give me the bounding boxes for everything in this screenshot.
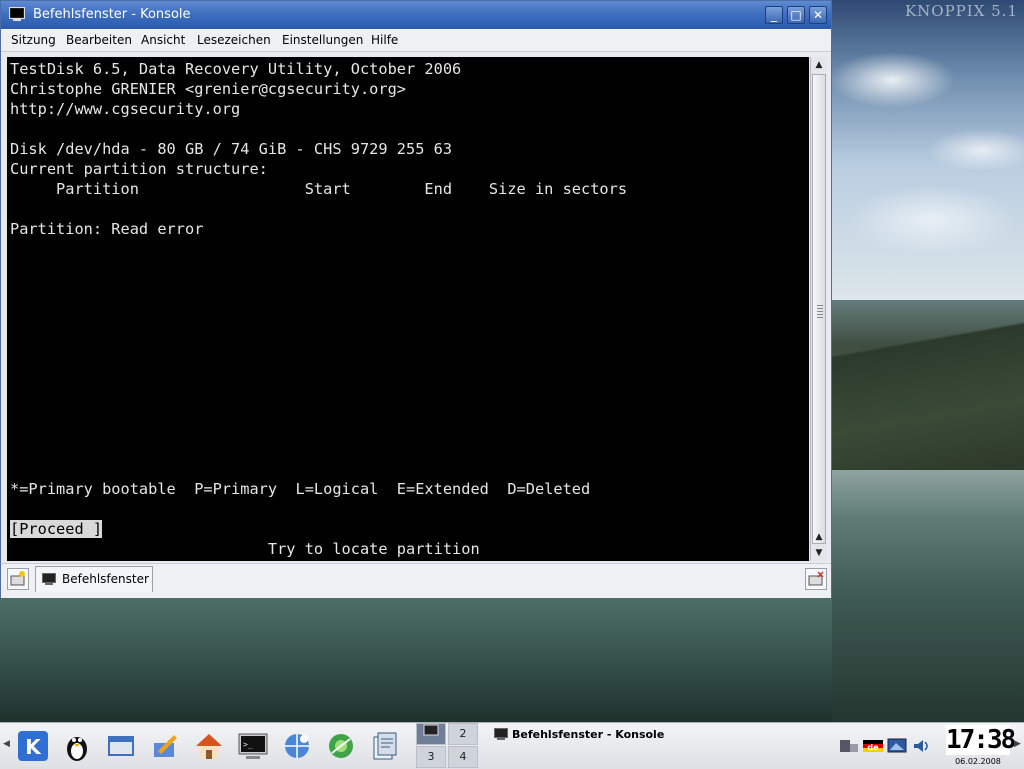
scroll-down-icon[interactable]: ▼ (811, 545, 827, 561)
new-session-button[interactable] (7, 568, 29, 590)
minimize-icon: _ (771, 8, 777, 22)
terminal-line: TestDisk 6.5, Data Recovery Utility, Oct… (10, 60, 462, 78)
taskbar-label: Befehlsfenster - Konsole (512, 728, 665, 741)
terminal-task-icon (494, 728, 508, 740)
display-icon[interactable] (886, 736, 908, 756)
new-session-icon (10, 571, 25, 586)
document-icon[interactable] (368, 729, 402, 763)
home-icon[interactable] (192, 729, 226, 763)
browser-icon[interactable] (280, 729, 314, 763)
svg-text:>_: >_ (243, 740, 253, 749)
menu-bar: Sitzung Bearbeiten Ansicht Lesezeichen E… (1, 29, 831, 52)
option-hint: Try to locate partition (10, 540, 480, 558)
terminal-scrollbar[interactable]: ▲ ▲ ▼ (810, 57, 827, 561)
kde-tray-icon[interactable] (838, 736, 860, 756)
close-session-icon (808, 571, 824, 586)
terminal-line: Christophe GRENIER <grenier@cgsecurity.o… (10, 80, 407, 98)
terminal-tab-icon (42, 573, 56, 585)
window-titlebar[interactable]: Befehlsfenster - Konsole _ □ ✕ (1, 1, 831, 29)
minimize-button[interactable]: _ (765, 6, 783, 24)
desktop-pager: 2 3 4 (416, 723, 480, 769)
close-button[interactable]: ✕ (809, 6, 827, 24)
pager-desktop-4[interactable]: 4 (448, 746, 478, 768)
kde-panel: ◀ K >_ 2 3 4 Befehlsfenster - Konsole de… (0, 722, 1024, 769)
lake-foreground (0, 598, 832, 722)
panel-hide-right-icon[interactable]: ▶ (1014, 739, 1021, 749)
konsole-window: Befehlsfenster - Konsole _ □ ✕ Sitzung B… (0, 0, 832, 598)
keyboard-layout-de-icon[interactable]: de (862, 736, 884, 756)
panel-clock[interactable]: 17:38 06.02.2008 (946, 725, 1016, 769)
clock-date: 06.02.2008 (955, 757, 1001, 766)
desktop-watermark: KNOPPIX 5.1 (904, 2, 1018, 20)
pager-desktop-1[interactable] (416, 723, 446, 745)
menu-bearbeiten[interactable]: Bearbeiten (66, 33, 132, 47)
scrollbar-thumb[interactable] (812, 74, 826, 544)
close-icon: ✕ (812, 8, 824, 22)
scroll-up-small-icon[interactable]: ▲ (811, 529, 827, 545)
terminal-window-icon (9, 7, 25, 21)
panel-hide-left-icon[interactable]: ◀ (3, 739, 10, 749)
pager-window-icon (423, 724, 439, 736)
menu-sitzung[interactable]: Sitzung (11, 33, 56, 47)
svg-text:de: de (867, 743, 879, 752)
close-session-button[interactable] (805, 568, 827, 590)
terminal-line: Disk /dev/hda - 80 GB / 74 GiB - CHS 972… (10, 140, 453, 158)
menu-einstellungen[interactable]: Einstellungen (282, 33, 363, 47)
kde-menu-icon[interactable]: K (16, 729, 50, 763)
terminal-line: http://www.cgsecurity.org (10, 100, 241, 118)
maximize-button[interactable]: □ (787, 6, 805, 24)
pager-desktop-3[interactable]: 3 (416, 746, 446, 768)
tab-label: Befehlsfenster (62, 572, 149, 586)
session-tab-bar: Befehlsfenster (1, 563, 831, 598)
menu-hilfe[interactable]: Hilfe (371, 33, 398, 47)
network-icon[interactable] (324, 729, 358, 763)
svg-text:K: K (25, 735, 42, 759)
tab-befehlsfenster[interactable]: Befehlsfenster (35, 566, 153, 592)
scroll-up-icon[interactable]: ▲ (811, 57, 827, 73)
tux-icon[interactable] (60, 729, 94, 763)
window-list-icon[interactable] (104, 729, 138, 763)
window-title: Befehlsfenster - Konsole (33, 7, 191, 22)
volume-icon[interactable] (910, 736, 932, 756)
terminal-output[interactable]: TestDisk 6.5, Data Recovery Utility, Oct… (7, 57, 809, 561)
proceed-option[interactable]: [Proceed ] (10, 520, 103, 538)
partition-error-line: Partition: Read error (10, 220, 204, 238)
editor-icon[interactable] (148, 729, 182, 763)
menu-lesezeichen[interactable]: Lesezeichen (197, 33, 271, 47)
terminal-icon[interactable]: >_ (236, 729, 270, 763)
grip-icon (817, 305, 823, 319)
partition-table-header: Partition Start End Size in sectors (10, 180, 628, 198)
clock-time: 17:38 (946, 725, 1016, 755)
menu-ansicht[interactable]: Ansicht (141, 33, 185, 47)
maximize-icon: □ (790, 8, 802, 22)
partition-legend: *=Primary bootable P=Primary L=Logical E… (10, 480, 591, 498)
terminal-line: Current partition structure: (10, 160, 268, 178)
pager-desktop-2[interactable]: 2 (448, 723, 478, 745)
taskbar-button-konsole[interactable]: Befehlsfenster - Konsole (490, 725, 820, 745)
